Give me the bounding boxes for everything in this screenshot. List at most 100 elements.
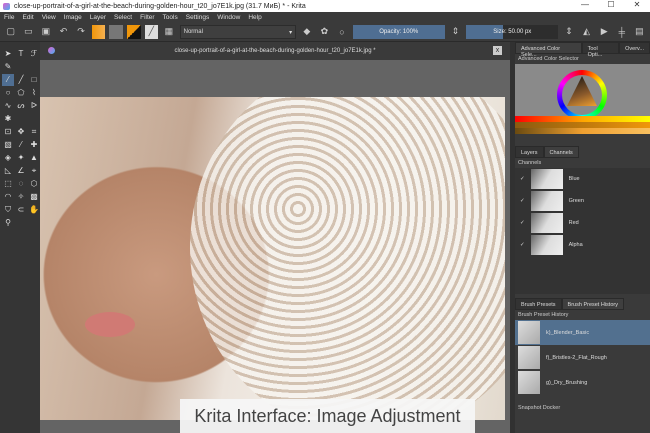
assistant-tool-icon[interactable]: ◺ [2, 165, 14, 177]
new-document-icon[interactable]: ▢ [4, 25, 18, 39]
freehand-path-icon[interactable]: ᔕ [15, 100, 27, 112]
zoom-tool-icon[interactable]: ⚲ [2, 217, 14, 229]
redo-icon[interactable]: ↷ [74, 25, 88, 39]
tab-brush-preset-history[interactable]: Brush Preset History [561, 298, 624, 310]
ellipse-tool-icon[interactable]: ○ [2, 87, 14, 99]
brush-thumbnail [518, 346, 540, 369]
wrap-icon[interactable]: ╪ [615, 25, 629, 39]
brush-thumbnail [518, 371, 540, 394]
contiguous-select-icon[interactable]: ✧ [15, 191, 27, 203]
tab-channels[interactable]: Channels [543, 146, 579, 158]
mirror-horizontal-icon[interactable]: ◭ [580, 25, 594, 39]
rect-select-icon[interactable]: ⬚ [2, 178, 14, 190]
bezier-select-icon[interactable]: ⛉ [2, 204, 14, 216]
enclose-fill-icon[interactable]: ▲ [28, 152, 40, 164]
menu-settings[interactable]: Settings [186, 14, 210, 21]
gradient-tool-icon[interactable]: ▧ [2, 139, 14, 151]
menu-image[interactable]: Image [64, 14, 82, 21]
eraser-icon[interactable]: ◆ [300, 25, 314, 39]
open-folder-icon[interactable]: ▭ [22, 25, 36, 39]
menu-filter[interactable]: Filter [140, 14, 154, 21]
menu-tools[interactable]: Tools [163, 14, 178, 21]
hat-pattern [190, 97, 505, 420]
blend-mode-select[interactable]: Normal ▾ [179, 24, 297, 39]
channel-row[interactable]: ✓ Red [515, 212, 650, 234]
fg-bg-color-icon[interactable] [126, 24, 141, 39]
minimize-button[interactable]: — [572, 0, 598, 9]
gradient-swatch[interactable] [91, 24, 106, 39]
dynamic-brush-icon[interactable]: ᐅ [28, 100, 40, 112]
preset-item[interactable]: f)_Bristles-2_Flat_Rough [515, 345, 650, 370]
smart-patch-icon[interactable]: ✚ [28, 139, 40, 151]
close-document-button[interactable]: x [493, 46, 502, 55]
ellipse-select-icon[interactable]: ◌ [15, 178, 27, 190]
similar-select-icon[interactable]: ▩ [28, 191, 40, 203]
opacity-spin-icon[interactable]: ⇕ [449, 25, 463, 39]
pan-tool-icon[interactable]: ✋ [28, 204, 40, 216]
polygon-tool-icon[interactable]: ⬠ [15, 87, 27, 99]
save-icon[interactable]: ▣ [39, 25, 53, 39]
color-selector-title: Advanced Color Selector [518, 56, 579, 62]
size-spin-icon[interactable]: ⇕ [562, 25, 576, 39]
menu-view[interactable]: View [42, 14, 56, 21]
close-button[interactable]: ✕ [624, 0, 650, 9]
move-tool-icon[interactable]: ✥ [15, 126, 27, 138]
menu-help[interactable]: Help [248, 14, 261, 21]
tab-brush-presets[interactable]: Brush Presets [515, 298, 562, 310]
pattern-swatch[interactable] [109, 24, 123, 39]
crop-tool-icon[interactable]: ⌗ [28, 126, 40, 138]
document-tab[interactable]: close-up-portrait-of-a-girl-at-the-beach… [40, 42, 510, 60]
check-icon[interactable]: ✓ [520, 242, 525, 248]
colorize-tool-icon[interactable]: ✦ [15, 152, 27, 164]
preset-item[interactable]: g)_Dry_Brushing [515, 370, 650, 395]
canvas-image[interactable] [40, 97, 505, 420]
menu-file[interactable]: File [4, 14, 14, 21]
polyline-tool-icon[interactable]: ⌇ [28, 87, 40, 99]
edit-shapes-icon[interactable]: ✎ [2, 61, 14, 73]
maximize-button[interactable]: ☐ [598, 0, 624, 9]
menu-layer[interactable]: Layer [90, 14, 106, 21]
select-tool-icon[interactable]: ➤ [2, 48, 14, 60]
preset-grid-icon[interactable]: ▦ [162, 25, 176, 39]
check-icon[interactable]: ✓ [520, 176, 525, 182]
right-docker: Advanced Color Sele... Tool Opti... Over… [515, 42, 650, 433]
color-picker-icon[interactable]: ⁄ [15, 139, 27, 151]
menu-edit[interactable]: Edit [22, 14, 33, 21]
workspace-icon[interactable]: ▤ [633, 25, 647, 39]
size-slider[interactable]: Size: 50.00 px [466, 24, 559, 39]
check-icon[interactable]: ✓ [520, 220, 525, 226]
undo-icon[interactable]: ↶ [57, 25, 71, 39]
polygon-select-icon[interactable]: ⬡ [28, 178, 40, 190]
magnetic-select-icon[interactable]: ⊂ [15, 204, 27, 216]
text-tool-icon[interactable]: T [15, 48, 27, 60]
transform-tool-icon[interactable]: ⊡ [2, 126, 14, 138]
opacity-slider[interactable]: Opacity: 100% [352, 24, 445, 39]
calligraphy-tool-icon[interactable]: ℱ [28, 48, 40, 60]
tab-layers[interactable]: Layers [515, 146, 544, 158]
alpha-lock-icon[interactable]: ✿ [318, 25, 332, 39]
brush-tool-icon[interactable]: ⁄ [2, 74, 14, 86]
check-icon[interactable]: ✓ [520, 198, 525, 204]
measure-tool-icon[interactable]: ∠ [15, 165, 27, 177]
mirror-vertical-icon[interactable]: ▶ [597, 25, 611, 39]
tab-advanced-color-selector[interactable]: Advanced Color Sele... [515, 42, 582, 58]
line-tool-icon[interactable]: ╱ [15, 74, 27, 86]
freehand-select-icon[interactable]: ◠ [2, 191, 14, 203]
preset-item[interactable]: k)_Blender_Basic [515, 320, 650, 345]
brush-preset-icon[interactable]: ╱ [144, 24, 159, 39]
bezier-tool-icon[interactable]: ∿ [2, 100, 14, 112]
color-sliders[interactable] [515, 116, 650, 134]
tab-overview[interactable]: Overv... [619, 42, 650, 54]
channel-row[interactable]: ✓ Blue [515, 168, 650, 190]
rectangle-tool-icon[interactable]: □ [28, 74, 40, 86]
fill-tool-icon[interactable]: ◈ [2, 152, 14, 164]
menu-window[interactable]: Window [217, 14, 240, 21]
menu-select[interactable]: Select [114, 14, 132, 21]
tab-tool-options[interactable]: Tool Opti... [581, 42, 620, 58]
channel-row[interactable]: ✓ Alpha [515, 234, 650, 256]
multibrush-icon[interactable]: ✱ [2, 113, 14, 125]
reference-tool-icon[interactable]: ⌖ [28, 165, 40, 177]
channel-row[interactable]: ✓ Green [515, 190, 650, 212]
color-selector[interactable] [515, 64, 650, 134]
reload-icon[interactable]: ○ [335, 25, 349, 39]
